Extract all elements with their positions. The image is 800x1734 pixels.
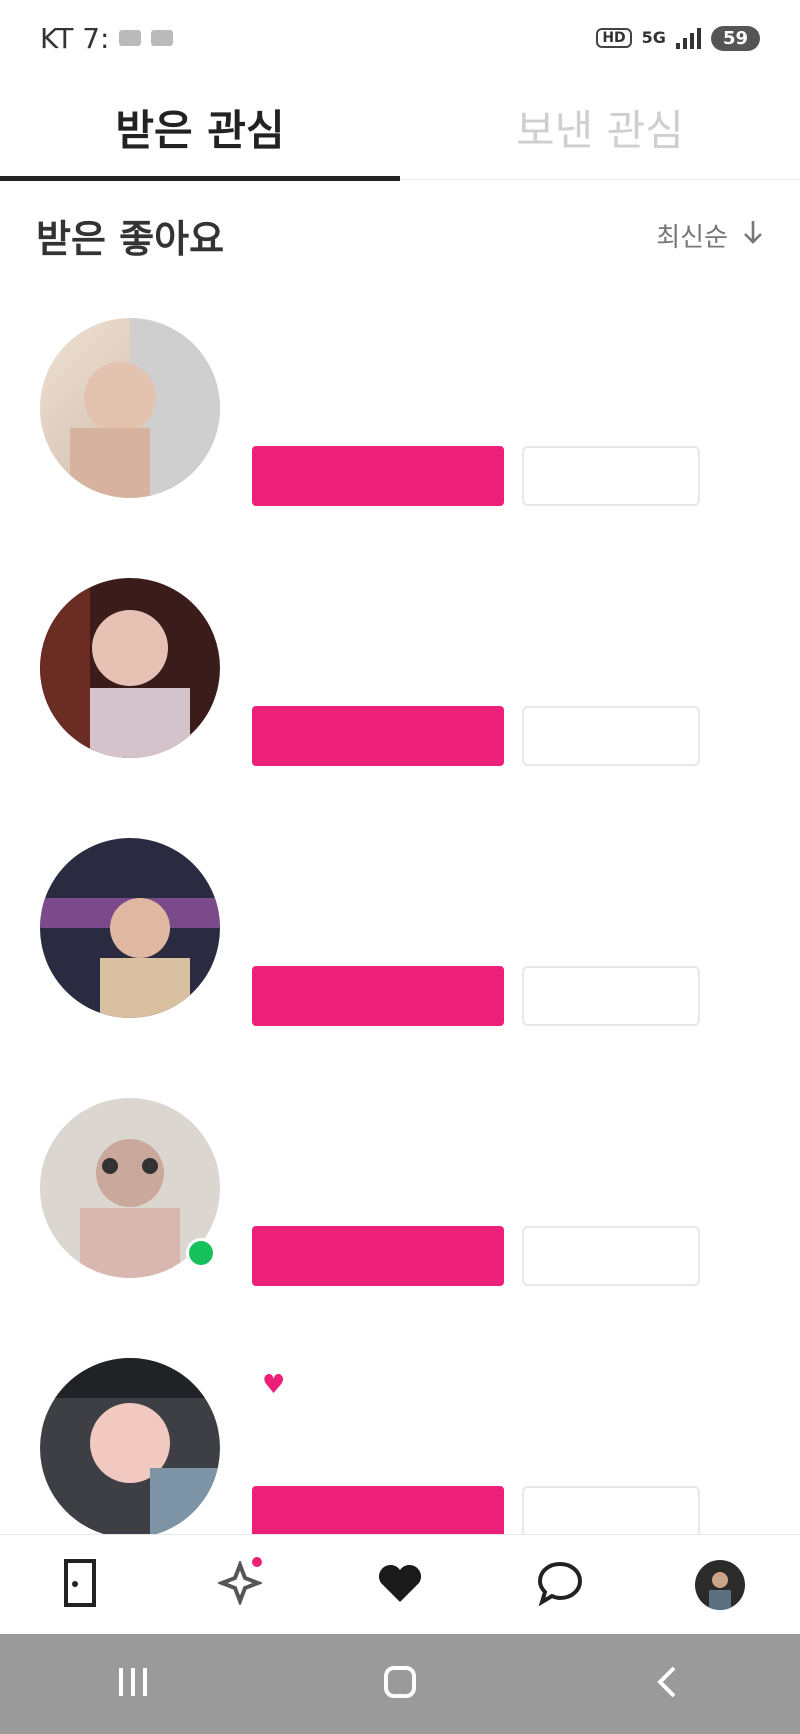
hd-icon: HD: [596, 28, 632, 48]
list-item: [0, 1080, 800, 1340]
list-item: [0, 560, 800, 820]
notification-icon: [119, 30, 142, 46]
reject-button[interactable]: [522, 1226, 700, 1286]
recent-apps-button[interactable]: [93, 1654, 173, 1714]
reject-button[interactable]: [522, 446, 700, 506]
door-icon: [63, 1558, 97, 1612]
like-list: ♥: [0, 300, 800, 1600]
bottom-nav: [0, 1534, 800, 1634]
arrow-down-icon: [742, 218, 764, 253]
accept-button[interactable]: [252, 1226, 504, 1286]
nav-explore[interactable]: [200, 1545, 280, 1625]
user-info: ♥: [252, 1370, 285, 1420]
avatar[interactable]: [40, 318, 220, 498]
tab-bar: 받은 관심 보낸 관심: [0, 76, 800, 181]
sort-label: 최신순: [656, 222, 728, 253]
nav-profile[interactable]: [680, 1545, 760, 1625]
back-button[interactable]: [627, 1654, 707, 1714]
accept-button[interactable]: [252, 966, 504, 1026]
user-name: ♥: [252, 1370, 285, 1400]
status-right: HD 5G 59: [596, 25, 760, 51]
online-indicator: [186, 1238, 216, 1268]
nav-home[interactable]: [40, 1545, 120, 1625]
back-icon: [652, 1664, 682, 1704]
system-nav-bar: [0, 1634, 800, 1734]
sparkle-icon: [216, 1558, 264, 1609]
network-5g-icon: 5G: [641, 28, 666, 47]
nav-chat[interactable]: [520, 1545, 600, 1625]
action-row: [252, 446, 700, 506]
notification-icon: [151, 30, 174, 46]
heart-icon: [377, 1562, 423, 1608]
nav-likes[interactable]: [360, 1545, 440, 1625]
recent-apps-icon: [115, 1665, 151, 1703]
avatar[interactable]: [40, 1358, 220, 1538]
accept-button[interactable]: [252, 446, 504, 506]
pink-heart-icon: ♥: [262, 1370, 286, 1400]
section-title: 받은 좋아요: [36, 216, 225, 261]
reject-button[interactable]: [522, 706, 700, 766]
section-header: 받은 좋아요 최신순: [0, 180, 800, 290]
tab-sent-likes[interactable]: 보낸 관심: [400, 76, 800, 179]
sort-button[interactable]: 최신순: [656, 217, 764, 254]
status-bar: KT 7: HD 5G 59: [0, 0, 800, 76]
action-row: [252, 706, 700, 766]
profile-avatar: [695, 1559, 745, 1610]
status-left: KT 7:: [40, 21, 174, 55]
avatar[interactable]: [40, 578, 220, 758]
chat-bubble-icon: [536, 1560, 584, 1610]
notification-badge: [252, 1556, 262, 1567]
battery-indicator: 59: [710, 25, 760, 51]
tab-received-likes[interactable]: 받은 관심: [0, 76, 400, 181]
home-button[interactable]: [360, 1654, 440, 1714]
list-item: [0, 300, 800, 560]
signal-icon: [675, 27, 701, 49]
reject-button[interactable]: [522, 966, 700, 1026]
list-item: [0, 820, 800, 1080]
home-icon: [382, 1664, 418, 1704]
action-row: [252, 966, 700, 1026]
action-row: [252, 1226, 700, 1286]
avatar[interactable]: [40, 838, 220, 1018]
accept-button[interactable]: [252, 706, 504, 766]
carrier-time: KT 7:: [40, 21, 110, 55]
